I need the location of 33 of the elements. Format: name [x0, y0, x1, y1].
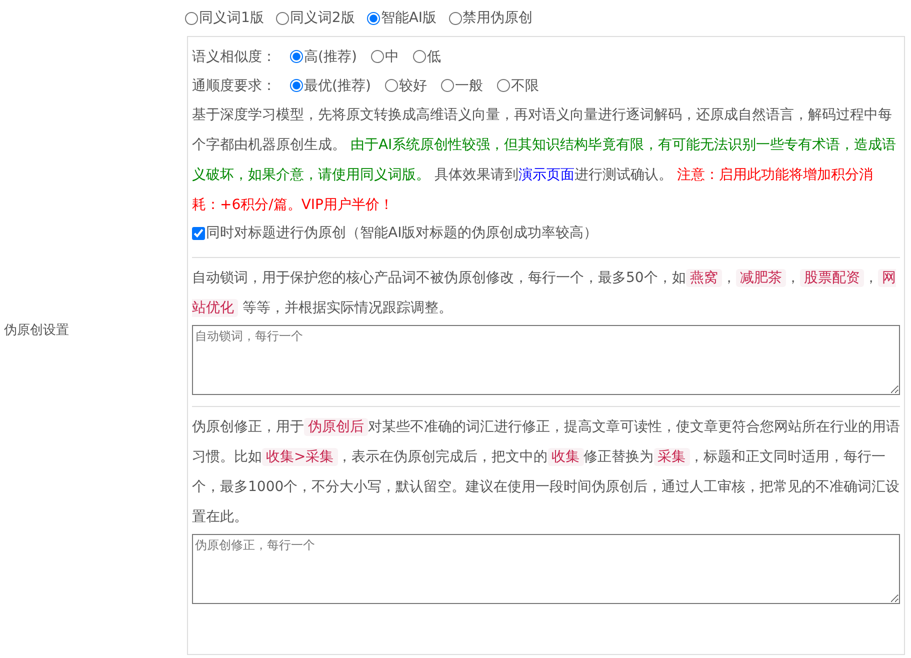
similarity-radio[interactable]: 低: [412, 48, 441, 66]
radio-button[interactable]: [440, 79, 454, 92]
mode-radio[interactable]: 同义词2版: [276, 9, 355, 27]
fluency-radio[interactable]: 较好: [384, 76, 427, 94]
similarity-radio[interactable]: 高(推荐): [290, 48, 357, 66]
radio-button[interactable]: [366, 12, 380, 24]
description-text: 基于深度学习模型，先将原文转换成高维语义向量，再对语义向量进行逐词解码，还原成自然语言，解码过程中每个字都由机器原创生成。 由于AI系统原创性较强，但其知识结构毕竟有限，有可能无法识别一些专有术语，造成语义破坏，如果介意，请使用同义词版。 具体效果请到演示页面进行测试确认。 注意：启用此功能将增加积分消耗：+6积分/篇。VIP用户半价！: [192, 106, 898, 215]
fluency-radio[interactable]: 不限: [496, 76, 539, 94]
section-label: 伪原创设置: [4, 322, 69, 339]
mode-radio[interactable]: 智能AI版: [366, 9, 437, 27]
lock-words-description: 自动锁词，用于保护您的核心产品词不被伪原创修改，每行一个，最多50个，如 燕窝 ， 减肥茶 ， 股票配资 ， 网站优化 等等，并根据实际情况跟踪调整。: [192, 268, 897, 319]
radio-button[interactable]: [384, 79, 398, 92]
demo-link[interactable]: 演示页面: [518, 167, 574, 183]
similarity-radio[interactable]: 中: [370, 48, 399, 66]
title-checkbox[interactable]: 同时对标题进行伪原创（智能AI版对标题的伪原创成功率较高）: [192, 220, 598, 246]
field-label: 通顺度要求：: [192, 76, 276, 94]
radio-button[interactable]: [448, 12, 462, 24]
radio-button[interactable]: [276, 12, 289, 24]
corrections-field[interactable]: 伪原创修正，每行一个: [192, 534, 900, 604]
fluency-radio[interactable]: 一般: [440, 76, 483, 94]
checkbox[interactable]: [192, 226, 205, 240]
field-label: 语义相似度：: [192, 48, 276, 66]
radio-button[interactable]: [496, 79, 510, 92]
lock-words-field[interactable]: 自动锁词，每行一个: [192, 325, 900, 395]
radio-button[interactable]: [290, 50, 303, 63]
corrections-description: 伪原创修正，用于 伪原创后 对某些不准确的词汇进行修正，提高文章可读性，使文章更符合您网站所在行业的用语习惯。比如 收集>采集 ，表示在伪原创完成后，把文中的 收集 修正替换为 采集 ，标题和正文同时适用，每行一个，最多1000个，不分大小写，默认留空。建议在使用一段时间伪原创后，通过人工审核，把常见的不准确词汇设置在此。: [192, 417, 900, 527]
radio-button[interactable]: [290, 79, 303, 92]
radio-button[interactable]: [412, 50, 426, 63]
radio-button[interactable]: [185, 12, 198, 24]
radio-button[interactable]: [370, 50, 384, 63]
mode-radio[interactable]: 禁用伪原创: [448, 9, 533, 27]
mode-radio[interactable]: 同义词1版: [185, 9, 264, 27]
fluency-radio[interactable]: 最优(推荐): [290, 76, 371, 94]
